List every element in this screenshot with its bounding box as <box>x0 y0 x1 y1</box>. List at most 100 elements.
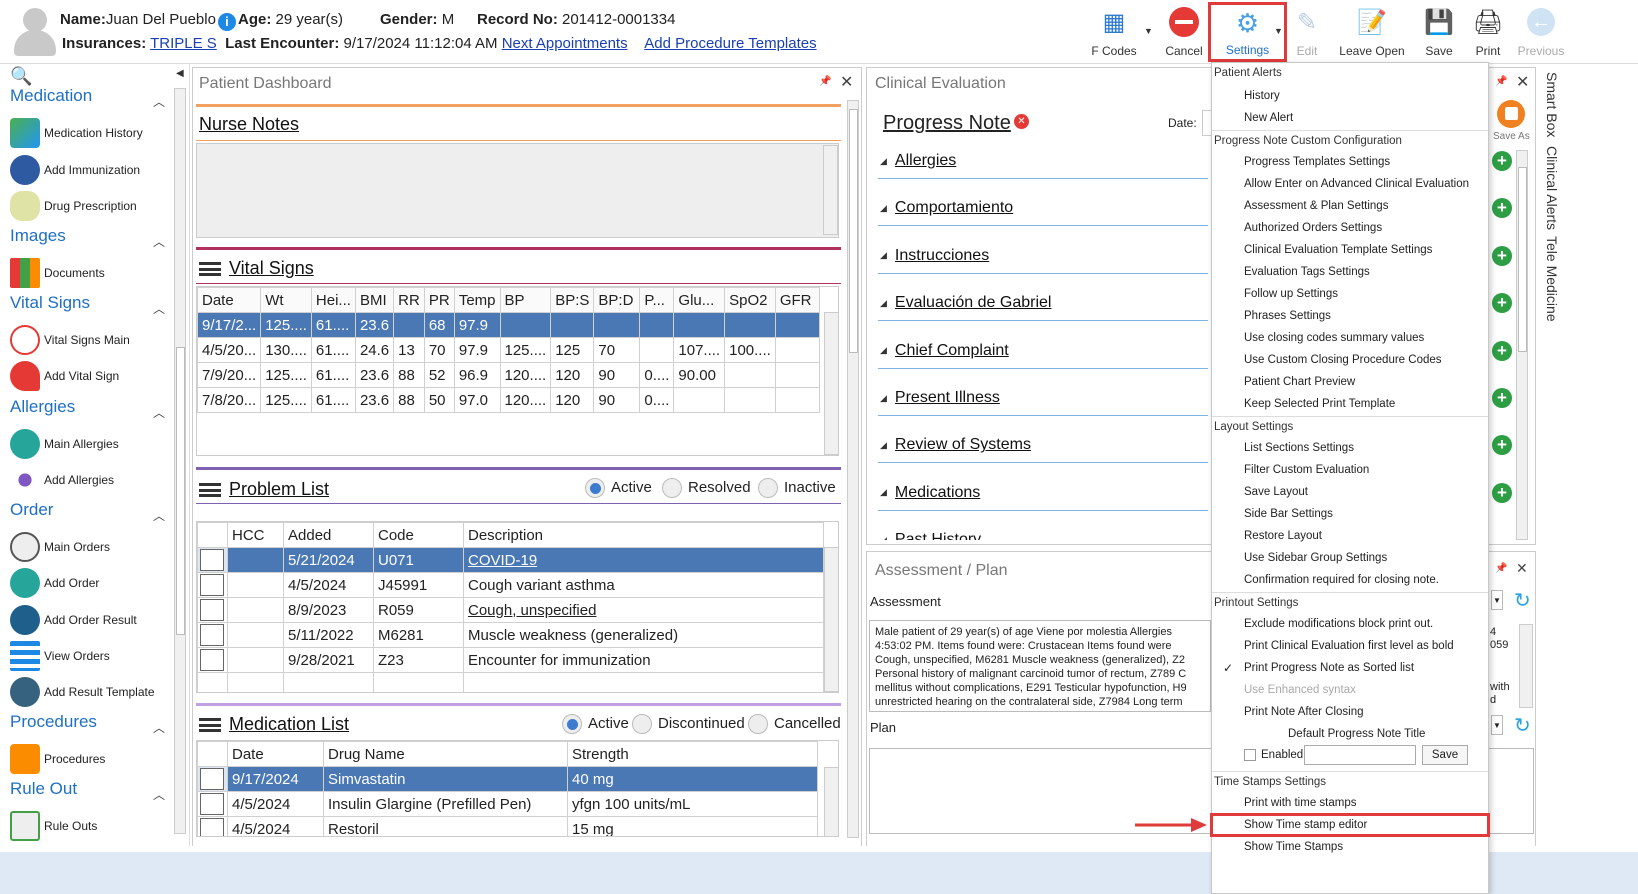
menu-item-restore-layout[interactable]: Restore Layout <box>1244 530 1322 542</box>
enabled-checkbox[interactable] <box>1244 749 1256 761</box>
column-header[interactable]: Description <box>463 522 824 548</box>
add-section-icon[interactable]: + <box>1492 245 1512 266</box>
menu-item-keep-selected-print-template[interactable]: Keep Selected Print Template <box>1244 398 1395 410</box>
table-row[interactable]: 5/21/2024 U071 COVID-19 <box>197 547 824 573</box>
row-checkbox[interactable] <box>197 816 228 836</box>
plan-dropdown[interactable]: ▼ <box>1491 715 1503 735</box>
nav-group-allergies[interactable]: Allergies <box>10 397 75 417</box>
table-row[interactable]: 4/5/2024 Insulin Glargine (Prefilled Pen)… <box>197 791 818 817</box>
table-row[interactable]: 9/17/2... 125.... 61.... 23.6 68 97.9 <box>197 312 820 338</box>
save-as-icon[interactable] <box>1497 100 1525 128</box>
info-icon[interactable]: i <box>217 13 236 31</box>
chevron-up-icon[interactable]: ︿ <box>153 404 165 421</box>
column-header[interactable]: SpO2 <box>724 287 776 313</box>
table-row[interactable]: 9/17/2024 Simvastatin 40 mg <box>197 766 818 792</box>
medication-cancelled-radio[interactable]: Cancelled <box>748 714 841 734</box>
cancel-button[interactable]: Cancel <box>1162 4 1206 62</box>
column-header[interactable]: BP <box>499 287 552 313</box>
menu-item-use-custom-closing-procedure-codes[interactable]: Use Custom Closing Procedure Codes <box>1244 354 1442 366</box>
nav-item-procedures[interactable]: Procedures <box>10 744 105 774</box>
add-section-icon[interactable]: + <box>1492 340 1512 361</box>
column-header[interactable]: Date <box>197 287 262 313</box>
assessment-dropdown[interactable]: ▼ <box>1491 590 1503 610</box>
collapse-triangle-icon[interactable]: ◢ <box>880 345 887 356</box>
menu-item-filter-custom-evaluation[interactable]: Filter Custom Evaluation <box>1244 464 1369 476</box>
assessment-text[interactable]: Male patient of 29 year(s) of age Viene … <box>869 620 1211 712</box>
previous-button[interactable]: ← Previous <box>1514 4 1568 62</box>
table-row[interactable]: 4/5/2024 Restoril 15 mg <box>197 816 818 836</box>
chevron-up-icon[interactable]: ︿ <box>153 719 165 736</box>
nurse-notes-field[interactable] <box>196 143 839 238</box>
add-section-icon[interactable]: + <box>1492 151 1512 171</box>
column-header[interactable]: Glu... <box>673 287 726 313</box>
pin-icon[interactable]: 📌 <box>819 76 831 87</box>
nav-item-medication-history[interactable]: Medication History <box>10 118 143 148</box>
nav-group-rule-out[interactable]: Rule Out <box>10 779 77 799</box>
nav-item-add-allergies[interactable]: Add Allergies <box>10 465 114 495</box>
table-row[interactable]: 7/9/20... 125.... 61.... 23.6 88 52 96.9 120...… <box>197 362 820 388</box>
refresh-icon[interactable]: ↻ <box>1514 713 1531 738</box>
add-procedure-templates-link[interactable]: Add Procedure Templates <box>644 35 816 52</box>
table-row[interactable] <box>197 672 824 692</box>
problem-active-radio[interactable]: Active <box>585 478 652 498</box>
row-checkbox[interactable] <box>197 572 228 598</box>
chevron-up-icon[interactable]: ︿ <box>153 507 165 524</box>
nav-item-add-order-result[interactable]: Add Order Result <box>10 605 137 635</box>
nav-item-main-allergies[interactable]: Main Allergies <box>10 429 119 459</box>
assessment-scrollbar[interactable] <box>1519 624 1533 708</box>
section-allergies[interactable]: ◢ Allergies <box>880 152 956 170</box>
menu-item-patient-chart-preview[interactable]: Patient Chart Preview <box>1244 376 1355 388</box>
collapse-triangle-icon[interactable]: ◢ <box>880 250 887 261</box>
menu-icon[interactable] <box>199 262 221 277</box>
menu-item-list-sections-settings[interactable]: List Sections Settings <box>1244 442 1354 454</box>
medication-active-radio[interactable]: Active <box>562 714 629 734</box>
column-header[interactable]: BP:D <box>593 287 641 313</box>
dashboard-scrollbar[interactable] <box>847 100 859 838</box>
table-row[interactable]: 4/5/2024 J45991 Cough variant asthma <box>197 572 824 598</box>
row-checkbox[interactable] <box>197 766 228 792</box>
nav-item-vital-signs-main[interactable]: Vital Signs Main <box>10 325 130 355</box>
menu-item-exclude-modifications-block-print-out[interactable]: Exclude modifications block print out. <box>1244 618 1433 630</box>
fcodes-button[interactable]: ▦ F Codes <box>1090 4 1138 62</box>
medication-discontinued-radio[interactable]: Discontinued <box>632 714 745 734</box>
menu-item-print-clinical-evaluation-first-level-as-bold[interactable]: Print Clinical Evaluation first level as… <box>1244 640 1454 652</box>
row-checkbox[interactable] <box>197 791 228 817</box>
column-header[interactable]: PR <box>423 287 455 313</box>
next-appointments-link[interactable]: Next Appointments <box>502 35 628 52</box>
save-title-button[interactable]: Save <box>1422 745 1468 765</box>
menu-icon[interactable] <box>199 483 221 498</box>
column-header[interactable]: P... <box>639 287 675 313</box>
menu-item-follow-up-settings[interactable]: Follow up Settings <box>1244 288 1338 300</box>
close-icon[interactable]: ✕ <box>1516 560 1528 577</box>
column-header[interactable]: Wt <box>260 287 312 313</box>
nav-item-view-orders[interactable]: View Orders <box>10 641 110 671</box>
column-header[interactable]: HCC <box>227 522 284 548</box>
menu-item-progress-templates-settings[interactable]: Progress Templates Settings <box>1244 156 1390 168</box>
column-header[interactable]: BMI <box>354 287 395 313</box>
menu-item-evaluation-tags-settings[interactable]: Evaluation Tags Settings <box>1244 266 1370 278</box>
add-section-icon[interactable]: + <box>1492 482 1512 503</box>
row-checkbox[interactable] <box>197 622 228 648</box>
menu-item-print-progress-note-as-sorted-list[interactable]: Print Progress Note as Sorted list <box>1244 662 1414 674</box>
column-header[interactable]: RR <box>393 287 425 313</box>
remove-icon[interactable]: ✕ <box>1014 114 1029 129</box>
table-row[interactable]: 8/9/2023 R059 Cough, unspecified <box>197 597 824 623</box>
menu-item-assessment-plan-settings[interactable]: Assessment & Plan Settings <box>1244 200 1388 212</box>
nav-item-add-immunization[interactable]: Add Immunization <box>10 155 140 185</box>
menu-item-use-closing-codes-summary-values[interactable]: Use closing codes summary values <box>1244 332 1424 344</box>
pin-icon[interactable]: 📌 <box>1495 563 1507 574</box>
save-button[interactable]: 💾 Save <box>1418 4 1460 62</box>
chevron-up-icon[interactable]: ︿ <box>153 233 165 250</box>
nurse-notes-scrollbar[interactable] <box>823 145 838 235</box>
nav-group-order[interactable]: Order <box>10 500 53 520</box>
section-comportamiento[interactable]: ◢ Comportamiento <box>880 199 1013 217</box>
insurance-link[interactable]: TRIPLE S <box>150 35 217 52</box>
add-section-icon[interactable]: + <box>1492 388 1512 408</box>
table-row[interactable]: 9/28/2021 Z23 Encounter for immunization <box>197 647 824 673</box>
row-checkbox[interactable] <box>197 597 228 623</box>
section-chief-complaint[interactable]: ◢ Chief Complaint <box>880 342 1009 360</box>
nav-group-images[interactable]: Images <box>10 226 66 246</box>
problem-list-scrollbar[interactable] <box>824 547 839 692</box>
menu-item-allow-enter-on-advanced-clinical-evaluation[interactable]: Allow Enter on Advanced Clinical Evaluat… <box>1244 178 1469 190</box>
nav-item-add-order[interactable]: Add Order <box>10 568 99 598</box>
